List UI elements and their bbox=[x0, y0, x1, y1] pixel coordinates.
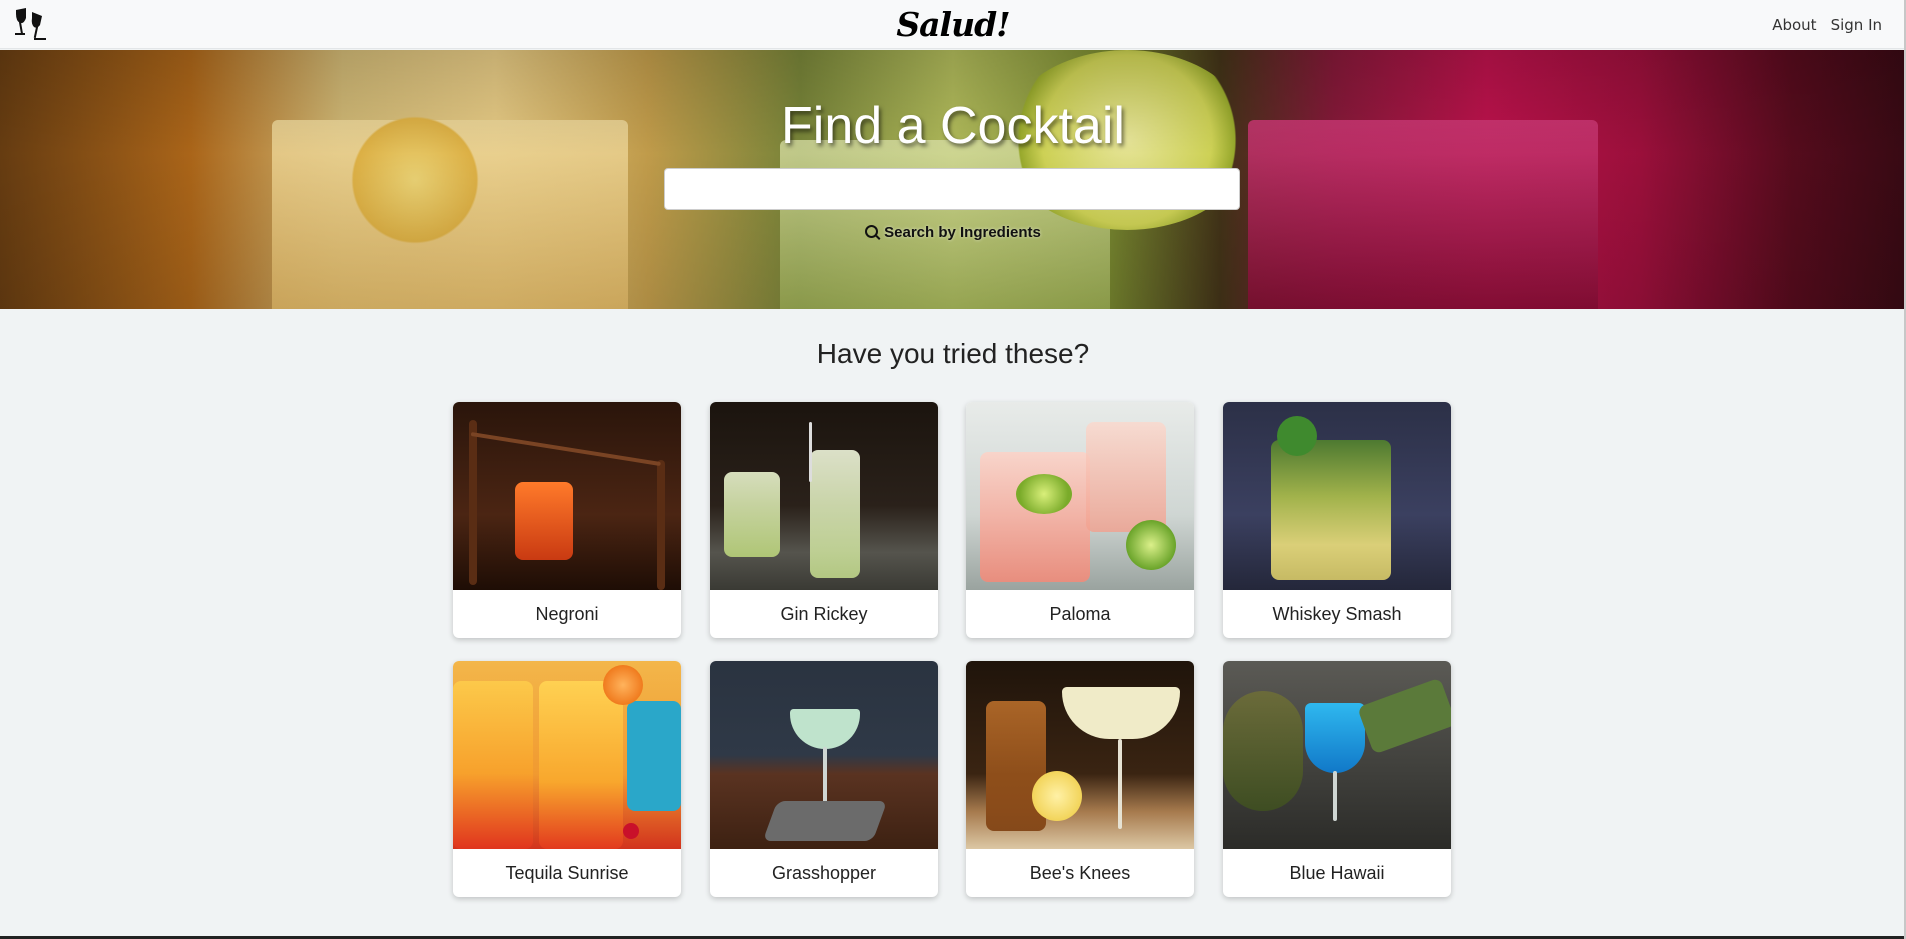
cocktail-name: Whiskey Smash bbox=[1272, 604, 1402, 624]
cocktail-card-bees-knees[interactable]: Bee's Knees bbox=[966, 661, 1194, 897]
cocktail-name: Paloma bbox=[1049, 604, 1111, 624]
lime-slice bbox=[1016, 474, 1072, 514]
glass-shape bbox=[1305, 703, 1365, 773]
lime-slice bbox=[1126, 520, 1176, 570]
cocktail-card-blue-hawaii[interactable]: Blue Hawaii bbox=[1223, 661, 1451, 897]
glass-shape bbox=[1271, 440, 1391, 580]
lemon-half bbox=[1032, 771, 1082, 821]
cocktail-name: Grasshopper bbox=[771, 863, 877, 883]
cherry bbox=[623, 823, 639, 839]
cocktail-image bbox=[966, 661, 1194, 849]
about-link[interactable]: About bbox=[1772, 16, 1816, 34]
glass-stem bbox=[1118, 739, 1122, 829]
cocktail-card-grasshopper[interactable]: Grasshopper bbox=[710, 661, 938, 897]
rail-bar bbox=[470, 432, 661, 467]
search-by-ingredients-link[interactable]: Search by Ingredients bbox=[0, 224, 1906, 241]
pineapple-leaves bbox=[1357, 677, 1451, 755]
sign-in-link[interactable]: Sign In bbox=[1831, 16, 1882, 34]
glass-shape bbox=[515, 482, 573, 560]
cocktail-image bbox=[710, 402, 938, 590]
cocktail-image bbox=[453, 402, 681, 590]
coupe-glass bbox=[790, 709, 860, 749]
glass-shape bbox=[453, 681, 533, 849]
top-navbar: Salud! About Sign In bbox=[0, 0, 1906, 49]
glass-shape bbox=[1086, 422, 1166, 532]
mint-garnish bbox=[1277, 416, 1317, 456]
cocktail-image bbox=[1223, 661, 1451, 849]
rail-post-right bbox=[657, 460, 665, 590]
cocktail-card-whiskey-smash[interactable]: Whiskey Smash bbox=[1223, 402, 1451, 638]
glass-shape bbox=[980, 452, 1090, 582]
cocktail-card-negroni[interactable]: Negroni bbox=[453, 402, 681, 638]
napkin bbox=[762, 801, 888, 841]
glass-shape bbox=[810, 450, 860, 578]
cocktail-name: Bee's Knees bbox=[1029, 863, 1131, 883]
cocktail-name: Negroni bbox=[535, 604, 599, 624]
cocktail-image bbox=[1223, 402, 1451, 590]
search-icon bbox=[865, 225, 879, 238]
glass-shape bbox=[539, 681, 623, 849]
search-by-ingredients-label: Search by Ingredients bbox=[884, 224, 1041, 241]
pineapple bbox=[1223, 691, 1303, 811]
brand-title: Salud! bbox=[896, 5, 1010, 44]
cocktail-name: Blue Hawaii bbox=[1289, 863, 1385, 883]
rail-post-left bbox=[469, 420, 477, 585]
cocktail-card-gin-rickey[interactable]: Gin Rickey bbox=[710, 402, 938, 638]
stirrer bbox=[809, 422, 812, 482]
cocktail-image bbox=[453, 661, 681, 849]
cocktail-name: Gin Rickey bbox=[780, 604, 868, 624]
pool-background bbox=[627, 701, 681, 811]
cocktail-search-input[interactable] bbox=[664, 168, 1240, 210]
cocktail-image bbox=[966, 402, 1194, 590]
cocktail-name: Tequila Sunrise bbox=[505, 863, 629, 883]
section-title: Have you tried these? bbox=[816, 338, 1090, 369]
cocktail-image bbox=[710, 661, 938, 849]
glass-stem bbox=[1333, 771, 1337, 821]
cocktail-card-paloma[interactable]: Paloma bbox=[966, 402, 1194, 638]
cheers-glasses-icon[interactable] bbox=[12, 6, 52, 44]
nav-links: About Sign In bbox=[1772, 0, 1882, 49]
coupe-glass bbox=[1062, 687, 1180, 739]
hero-title: Find a Cocktail bbox=[781, 97, 1125, 155]
cocktail-card-tequila-sunrise[interactable]: Tequila Sunrise bbox=[453, 661, 681, 897]
glass-shape bbox=[724, 472, 780, 557]
orange-slice bbox=[603, 665, 643, 705]
